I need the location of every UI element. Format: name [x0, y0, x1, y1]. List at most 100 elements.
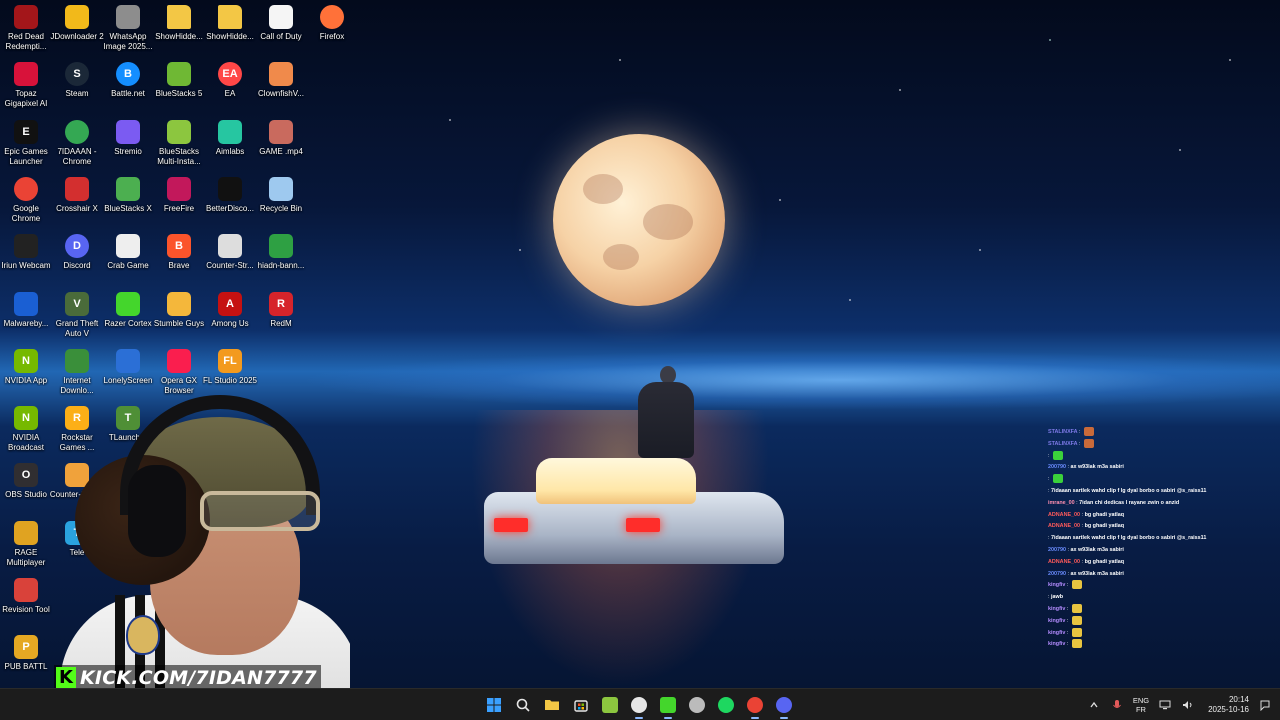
windows-start-taskbar-button[interactable] — [482, 693, 506, 717]
desktop-icon[interactable]: N NVIDIA App — [0, 348, 52, 386]
razer-taskbar-button[interactable] — [656, 693, 680, 719]
desktop-icon[interactable]: BlueStacks Multi-Insta... — [153, 119, 205, 167]
desktop-icon-label: Malwareby... — [3, 318, 49, 328]
chat-emote-icon — [1071, 627, 1082, 637]
desktop-icon[interactable]: Crab Game — [102, 234, 154, 271]
desktop-icon[interactable]: JDownloader 2 — [50, 5, 104, 42]
desktop-icon[interactable]: FL FL Studio 2025 — [203, 348, 257, 386]
desktop-icon[interactable]: Aimlabs — [204, 119, 256, 157]
crosshair-icon — [65, 176, 89, 201]
desktop-icon[interactable]: B Battle.net — [102, 62, 154, 99]
desktop-icon[interactable]: Firefox — [306, 5, 358, 42]
ea-icon: EA — [218, 62, 242, 87]
desktop-icon-label: ClownfishV... — [258, 89, 304, 99]
desktop-icon[interactable]: FreeFire — [153, 176, 205, 214]
webcam-headphone-ear — [128, 465, 186, 557]
video-file-icon — [269, 119, 293, 144]
desktop-icon[interactable]: Call of Duty — [255, 5, 307, 42]
desktop-icon[interactable]: Counter-Str... — [204, 234, 256, 271]
bluestacks-taskbar-button[interactable] — [598, 693, 622, 717]
chat-text: 7idaaan sartlek wahd clip f lg dyal borb… — [1051, 487, 1207, 494]
chat-message: : 7idaaan sartlek wahd clip f lg dyal bo… — [1048, 487, 1207, 494]
aimlabs-icon — [218, 119, 242, 144]
notification-icon[interactable] — [1258, 698, 1272, 712]
spotify-icon — [718, 697, 734, 713]
desktop-icon[interactable]: hiadn-bann... — [255, 234, 307, 271]
discord-taskbar-button[interactable] — [772, 693, 796, 719]
crosshair-taskbar-button[interactable] — [685, 693, 709, 717]
desktop-icon[interactable]: E Epic Games Launcher — [0, 119, 52, 167]
desktop-icon[interactable]: EA EA — [204, 62, 256, 99]
desktop-icon[interactable]: ClownfishV... — [255, 62, 307, 99]
desktop-icon[interactable]: V Grand Theft Auto V — [51, 291, 103, 339]
chat-message: 200790 : ax w93lak m3a sabiri — [1048, 570, 1124, 577]
clock[interactable]: 20:14 2025-10-16 — [1208, 695, 1249, 715]
chat-message: kingfiv : — [1048, 604, 1280, 616]
desktop-icon[interactable]: Recycle Bin — [255, 176, 307, 214]
desktop-icon[interactable]: ShowHidde... — [153, 5, 205, 42]
desktop-icon[interactable]: D Discord — [51, 234, 103, 271]
desktop-icon[interactable]: BlueStacks 5 — [153, 62, 205, 99]
desktop-icon[interactable]: BetterDisco... — [204, 176, 256, 214]
desktop-icon-label: JDownloader 2 — [50, 32, 104, 41]
chrome-taskbar-button[interactable] — [743, 693, 767, 719]
chat-text: jawb — [1051, 594, 1063, 601]
chat-text: ax w93lak m3a sabiri — [1070, 464, 1124, 471]
desktop-icon[interactable]: Topaz Gigapixel AI — [0, 62, 52, 109]
chrome-icon — [65, 119, 89, 144]
obs-taskbar-button[interactable] — [627, 693, 651, 719]
spotify-taskbar-button[interactable] — [714, 693, 738, 717]
desktop-icon[interactable]: GAME .mp4 — [255, 119, 307, 157]
opera-gx-icon — [167, 348, 191, 373]
desktop-icon[interactable]: Malwareby... — [0, 291, 52, 329]
desktop-icon-label: Red Dead Redempti... — [5, 32, 47, 51]
desktop-icon[interactable]: LonelyScreen — [102, 348, 154, 386]
desktop-icon[interactable]: R RedM — [255, 291, 307, 329]
desktop-icon[interactable]: Razer Cortex — [102, 291, 154, 329]
language-switcher[interactable]: ENG FR — [1133, 696, 1149, 714]
chat-message: kingfiv : — [1048, 580, 1280, 592]
desktop-icon[interactable]: Iriun Webcam — [0, 234, 52, 271]
desktop-icon[interactable]: Stremio — [102, 119, 154, 157]
desktop-icon[interactable]: ShowHidde... — [204, 5, 256, 42]
desktop-icon[interactable]: WhatsApp Image 2025... — [102, 5, 154, 52]
desktop-icon[interactable]: Opera GX Browser — [153, 348, 205, 396]
chat-username: 200790 — [1048, 570, 1066, 577]
desktop-icon-label: Brave — [168, 261, 190, 271]
chevron-up-icon[interactable] — [1087, 698, 1101, 712]
desktop-icon[interactable]: Internet Downlo... — [51, 348, 103, 396]
clownfish-icon — [269, 62, 293, 87]
lonelyscreen-icon — [116, 348, 140, 373]
desktop-icon[interactable]: Stumble Guys — [153, 291, 205, 329]
chat-message: kingfiv : — [1048, 615, 1280, 628]
desktop-icon[interactable]: B Brave — [153, 234, 205, 271]
network-icon[interactable] — [1158, 698, 1172, 712]
desktop-icon[interactable]: A Among Us — [204, 291, 256, 329]
desktop-icon[interactable]: S Steam — [51, 62, 103, 99]
folder-icon — [218, 5, 242, 29]
desktop-icon-label: Stremio — [114, 146, 142, 156]
desktop-icon[interactable]: Google Chrome — [0, 176, 52, 224]
desktop-icon-label: ShowHidde... — [155, 32, 203, 41]
volume-icon[interactable] — [1181, 698, 1195, 712]
iriun-icon — [14, 234, 38, 259]
desktop-icon[interactable]: Red Dead Redempti... — [0, 5, 52, 52]
microsoft-store-taskbar-button[interactable] — [569, 693, 593, 717]
file-explorer-taskbar-button[interactable] — [540, 693, 564, 717]
desktop-icon-label: Razer Cortex — [104, 318, 152, 328]
chrome-icon — [747, 697, 763, 713]
chat-username: ADNANE_00 — [1048, 523, 1081, 530]
search-taskbar-button[interactable] — [511, 693, 535, 717]
clock-date: 2025-10-16 — [1208, 705, 1249, 714]
desktop-icon-label: Crosshair X — [56, 203, 98, 213]
chat-username: 200790 — [1048, 546, 1066, 553]
stremio-icon — [116, 119, 140, 144]
taskbar-apps — [482, 693, 796, 719]
among-us-icon: A — [218, 291, 242, 316]
microphone-icon[interactable] — [1110, 698, 1124, 712]
chat-username: kingfiv — [1048, 605, 1066, 612]
desktop-icon[interactable]: 7IDAAAN - Chrome — [51, 119, 103, 167]
desktop-icon[interactable]: BlueStacks X — [102, 176, 154, 214]
chat-text: ax w93lak m3a sabiri — [1070, 570, 1124, 577]
desktop-icon[interactable]: Crosshair X — [51, 176, 103, 214]
